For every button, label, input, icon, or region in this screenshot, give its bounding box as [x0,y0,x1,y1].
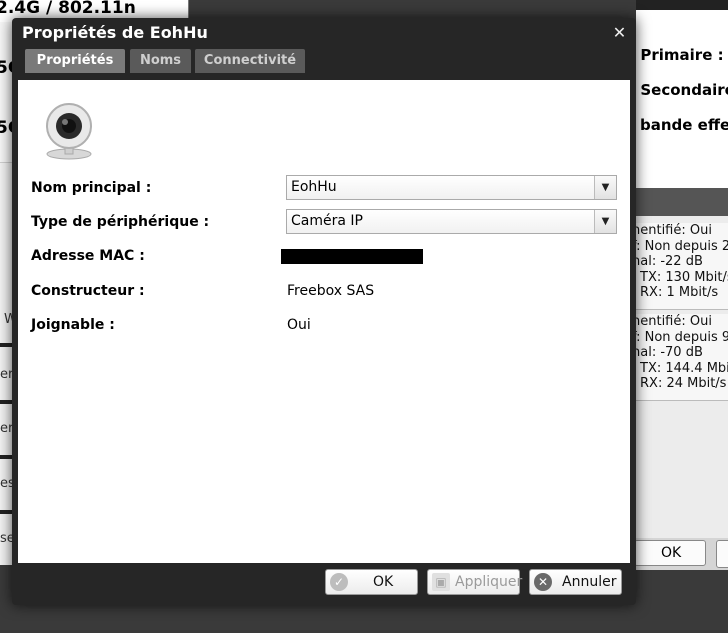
bg-card-line: nentifié: Oui [632,223,712,238]
device-type-value: Caméra IP [291,213,363,229]
label-constructeur: Constructeur : [31,283,145,299]
joignable-value: Oui [287,317,311,333]
bg-tabstrip [636,0,728,10]
bg-label-primary: i Primaire : [630,46,724,64]
label-nom-principal: Nom principal : [31,180,152,196]
tab-noms[interactable]: Noms [130,49,191,73]
device-type-select[interactable]: Caméra IP ▼ [286,209,617,234]
dialog-content: Nom principal : EohHu ▼ Type de périphér… [18,80,630,563]
bg-card-line: RX: 1 Mbit/s [640,285,719,300]
bg-secondary-button[interactable] [716,540,728,568]
bg-card-line: nal: -22 dB [632,254,703,269]
mac-address-redacted [281,249,423,264]
chevron-down-icon[interactable]: ▼ [594,176,616,199]
bg-device-list: nentifié: Oui f: Non depuis 2 nal: -22 d… [632,216,728,538]
bg-device-card: nentifié: Oui f: Non depuis 9 nal: -70 d… [632,314,728,401]
bg-band-title: 2.4G / 802.11n [0,0,136,18]
tab-connectivite[interactable]: Connectivité [195,49,305,73]
bg-divider [0,400,12,404]
bg-card-line: f: Non depuis 2 [632,238,728,254]
label-joignable: Joignable : [31,317,115,333]
bg-ok-label: OK [661,545,682,561]
bg-card-line: nentifié: Oui [632,314,712,329]
bg-card-line: TX: 144.4 Mbi [640,360,728,376]
tab-proprietes[interactable]: Propriétés [25,49,125,73]
bg-ok-button[interactable]: OK [634,540,706,566]
bg-label-secondary: i Secondaire [630,81,728,99]
chevron-down-icon[interactable]: ▼ [594,210,616,233]
background-window-right: i Primaire : i Secondaire bande effec ne… [630,0,728,633]
apply-button[interactable]: ▣ Appliquer [427,569,523,595]
apply-label: Appliquer [455,574,523,590]
bg-settings-panel: i Primaire : i Secondaire bande effec [630,10,728,188]
device-properties-dialog: Propriétés de EohHu ✕ Propriétés Noms Co… [12,18,636,605]
bg-card-line: f: Non depuis 9 [632,329,728,345]
bg-divider [0,510,12,514]
cancel-icon: ✕ [534,573,552,591]
bg-label-band: bande effec [640,116,728,134]
ok-label: OK [373,574,394,590]
webcam-icon [46,103,92,160]
close-icon[interactable]: ✕ [612,25,627,41]
cancel-button[interactable]: ✕ Annuler [529,569,622,595]
nom-principal-value: EohHu [291,179,337,195]
bg-divider [0,343,12,347]
nom-principal-select[interactable]: EohHu ▼ [286,175,617,200]
bg-card-line: nal: -70 dB [632,345,703,360]
label-adresse-mac: Adresse MAC : [31,248,145,264]
ok-button[interactable]: ✓ OK [325,569,418,595]
label-type-peripherique: Type de périphérique : [31,214,210,230]
bg-panel-header [636,188,728,216]
save-icon: ▣ [432,573,450,591]
bg-card-line: TX: 130 Mbit/s [640,269,728,285]
bg-divider [0,455,12,459]
bg-card-line: RX: 24 Mbit/s [640,376,727,391]
bg-device-card: nentifié: Oui f: Non depuis 2 nal: -22 d… [632,223,728,310]
dialog-title: Propriétés de EohHu [22,23,208,42]
constructeur-value: Freebox SAS [287,283,375,299]
check-icon: ✓ [330,573,348,591]
cancel-label: Annuler [562,574,617,590]
